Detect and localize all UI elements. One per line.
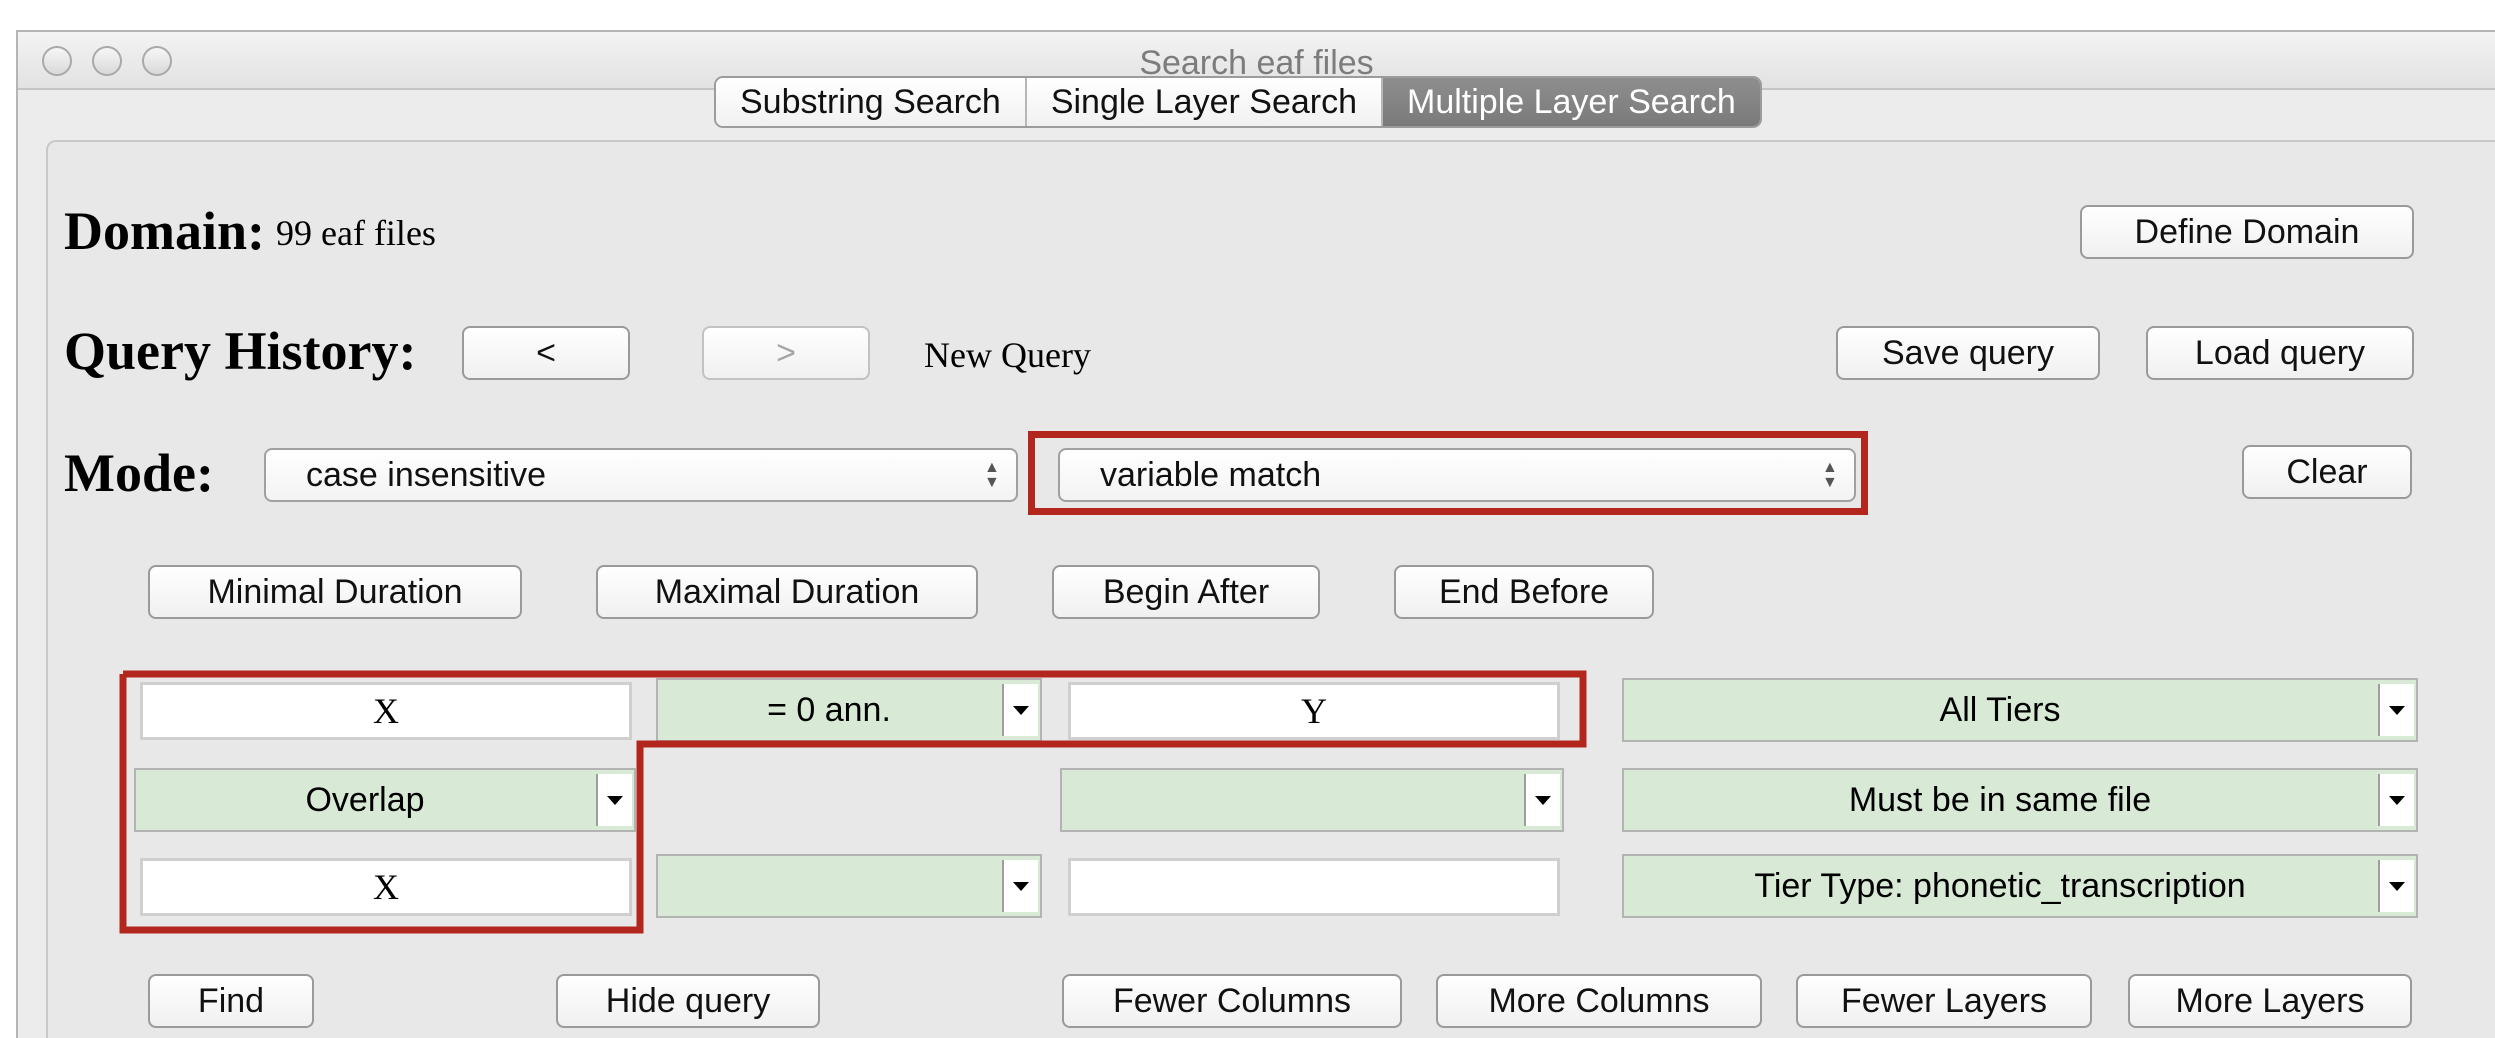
tab-single-layer-search[interactable]: Single Layer Search	[1024, 78, 1381, 126]
query-highlight-outline	[119, 670, 1587, 934]
hide-query-button[interactable]: Hide query	[556, 974, 820, 1028]
tab-multiple-layer-search[interactable]: Multiple Layer Search	[1381, 78, 1760, 126]
find-button[interactable]: Find	[148, 974, 314, 1028]
more-layers-button[interactable]: More Layers	[2128, 974, 2412, 1028]
search-tabs: Substring Search Single Layer Search Mul…	[714, 76, 1762, 128]
fewer-layers-button[interactable]: Fewer Layers	[1796, 974, 2092, 1028]
query-highlight-path	[119, 670, 1587, 934]
more-columns-button[interactable]: More Columns	[1436, 974, 1762, 1028]
fewer-columns-button[interactable]: Fewer Columns	[1062, 974, 1402, 1028]
tab-substring-search[interactable]: Substring Search	[716, 78, 1025, 126]
